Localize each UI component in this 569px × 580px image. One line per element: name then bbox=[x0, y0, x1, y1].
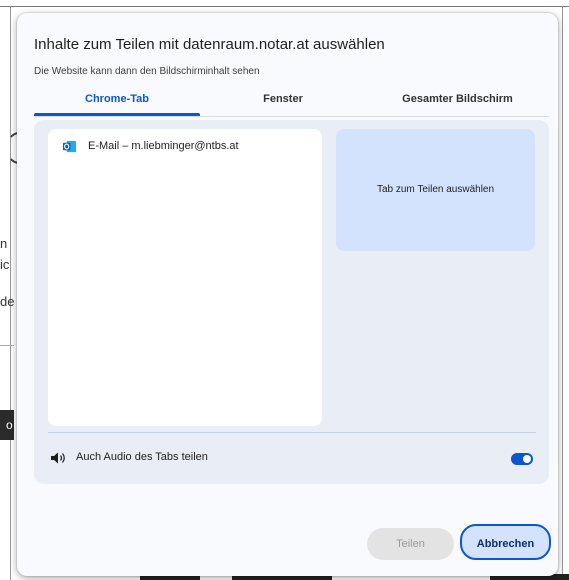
dialog-title: Inhalte zum Teilen mit datenraum.notar.a… bbox=[34, 36, 385, 53]
share-button[interactable]: Teilen bbox=[367, 528, 454, 560]
background-text-fragment: de bbox=[0, 294, 15, 309]
tab-window[interactable]: Fenster bbox=[200, 93, 366, 105]
share-audio-label: Auch Audio des Tabs teilen bbox=[76, 451, 208, 463]
share-audio-toggle[interactable] bbox=[511, 453, 533, 465]
background-divider bbox=[10, 6, 11, 580]
background-text-fragment: n bbox=[0, 236, 8, 251]
dialog-subtitle: Die Website kann dann den Bildschirminha… bbox=[34, 66, 260, 77]
cancel-button[interactable]: Abbrechen bbox=[460, 524, 551, 560]
list-item-label: E-Mail – m.liebminger@ntbs.at bbox=[88, 140, 239, 152]
outlook-icon bbox=[62, 140, 77, 153]
toggle-knob bbox=[523, 455, 531, 463]
preview-placeholder: Tab zum Teilen auswählen bbox=[376, 184, 495, 195]
source-tabs: Chrome-Tab Fenster Gesamter Bildschirm bbox=[34, 90, 549, 117]
background-text-fragment: o bbox=[6, 418, 13, 432]
background-divider bbox=[0, 6, 569, 7]
source-panel: E-Mail – m.liebminger@ntbs.at Tab zum Te… bbox=[34, 120, 549, 484]
background-dark-block: o bbox=[0, 410, 14, 440]
tab-entire-screen[interactable]: Gesamter Bildschirm bbox=[366, 93, 549, 105]
background-text-fragment: ic bbox=[0, 257, 10, 272]
active-tab-indicator bbox=[34, 113, 200, 116]
speaker-icon bbox=[51, 452, 65, 464]
tab-chrome-tab[interactable]: Chrome-Tab bbox=[34, 93, 200, 105]
screen-share-dialog: Inhalte zum Teilen mit datenraum.notar.a… bbox=[17, 13, 558, 576]
tab-list[interactable]: E-Mail – m.liebminger@ntbs.at bbox=[48, 129, 322, 426]
divider bbox=[48, 432, 536, 433]
list-item[interactable]: E-Mail – m.liebminger@ntbs.at bbox=[48, 129, 322, 163]
background-divider bbox=[562, 6, 563, 580]
preview-area: Tab zum Teilen auswählen bbox=[336, 129, 535, 251]
background-divider bbox=[0, 345, 14, 346]
